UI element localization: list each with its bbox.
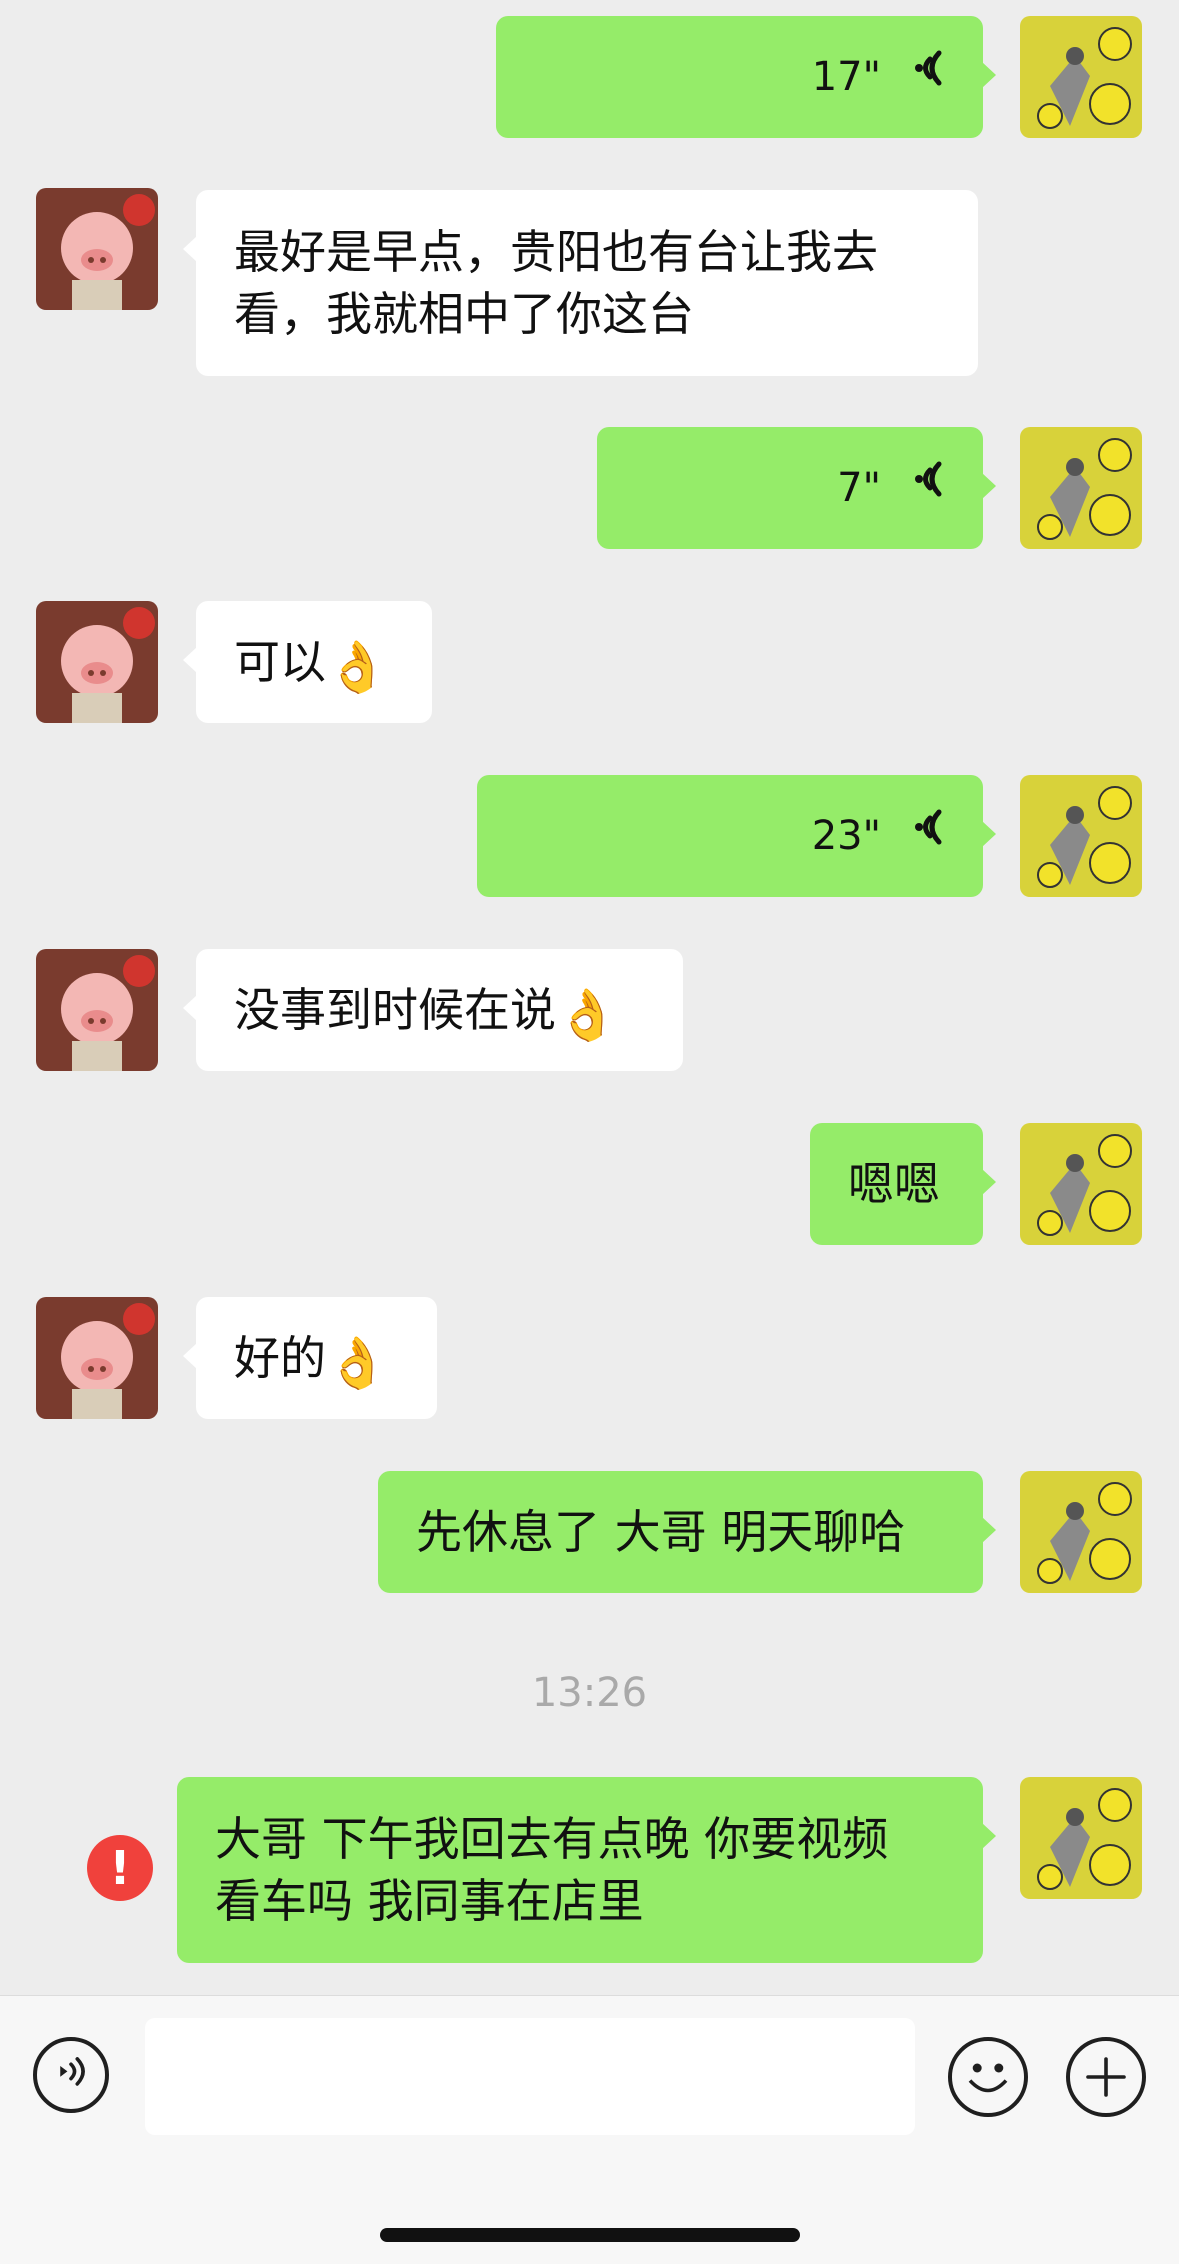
voice-message[interactable]: 7" xyxy=(597,427,996,549)
message-text: 嗯嗯 xyxy=(848,1157,940,1211)
text-message[interactable]: 先休息了 大哥 明天聊哈 xyxy=(378,1471,996,1593)
message-input[interactable] xyxy=(145,2018,915,2135)
plus-icon xyxy=(1086,2057,1126,2097)
message-line: 最好是早点，贵阳也有台让我去 xyxy=(234,225,878,279)
my-avatar[interactable] xyxy=(1020,775,1142,897)
text-message[interactable]: 好的👌 xyxy=(183,1297,437,1419)
smiley-icon xyxy=(968,2063,1008,2093)
voice-message[interactable]: 23" xyxy=(477,775,996,897)
voice-icon xyxy=(60,2057,85,2086)
message-line: 看车吗 我同事在店里 xyxy=(215,1874,644,1928)
message-text: 没事到时候在说 xyxy=(234,983,556,1037)
my-avatar[interactable] xyxy=(1020,1777,1142,1899)
message-text: 先休息了 大哥 明天聊哈 xyxy=(416,1505,906,1559)
message-text: 可以 xyxy=(234,635,326,689)
voice-toggle-button[interactable] xyxy=(33,2037,109,2113)
input-toolbar xyxy=(0,1995,1179,2264)
text-message[interactable]: 大哥 下午我回去有点晚 你要视频 看车吗 我同事在店里 xyxy=(177,1777,996,1963)
contact-avatar[interactable] xyxy=(36,601,158,723)
send-failed-icon[interactable]: ! xyxy=(87,1835,153,1901)
ok-hand-emoji: 👌 xyxy=(326,638,389,696)
text-message[interactable]: 可以👌 xyxy=(183,601,432,723)
my-avatar[interactable] xyxy=(1020,1471,1142,1593)
ok-hand-emoji: 👌 xyxy=(326,1334,389,1392)
text-message[interactable]: 没事到时候在说👌 xyxy=(183,949,683,1071)
home-indicator[interactable] xyxy=(380,2228,800,2242)
voice-duration: 23" xyxy=(811,813,881,859)
sound-wave-icon xyxy=(907,45,947,109)
chat-area[interactable]: 17" 最好是早点，贵阳也有台让我去 看，我就相中了你这台 7" 可以👌 23"… xyxy=(0,0,1179,1995)
voice-message-info: 17" xyxy=(812,16,947,138)
voice-duration: 17" xyxy=(811,54,881,100)
text-message[interactable]: 最好是早点，贵阳也有台让我去 看，我就相中了你这台 xyxy=(183,190,978,376)
voice-message[interactable]: 17" xyxy=(496,16,996,138)
my-avatar[interactable] xyxy=(1020,427,1142,549)
ok-hand-emoji: 👌 xyxy=(556,986,619,1044)
message-line: 大哥 下午我回去有点晚 你要视频 xyxy=(215,1812,889,1866)
more-button[interactable] xyxy=(1066,2037,1146,2117)
message-timestamp: 13:26 xyxy=(531,1670,648,1716)
text-message[interactable]: 嗯嗯 xyxy=(810,1123,996,1245)
message-line: 看，我就相中了你这台 xyxy=(234,287,694,341)
my-avatar[interactable] xyxy=(1020,16,1142,138)
message-text: 好的 xyxy=(234,1331,326,1385)
my-avatar[interactable] xyxy=(1020,1123,1142,1245)
voice-message-info: 7" xyxy=(837,427,947,549)
voice-duration: 7" xyxy=(837,465,881,511)
sound-wave-icon xyxy=(907,804,947,868)
contact-avatar[interactable] xyxy=(36,949,158,1071)
sound-wave-icon xyxy=(907,456,947,520)
contact-avatar[interactable] xyxy=(36,188,158,310)
contact-avatar[interactable] xyxy=(36,1297,158,1419)
emoji-button[interactable] xyxy=(948,2037,1028,2117)
voice-message-info: 23" xyxy=(812,775,947,897)
